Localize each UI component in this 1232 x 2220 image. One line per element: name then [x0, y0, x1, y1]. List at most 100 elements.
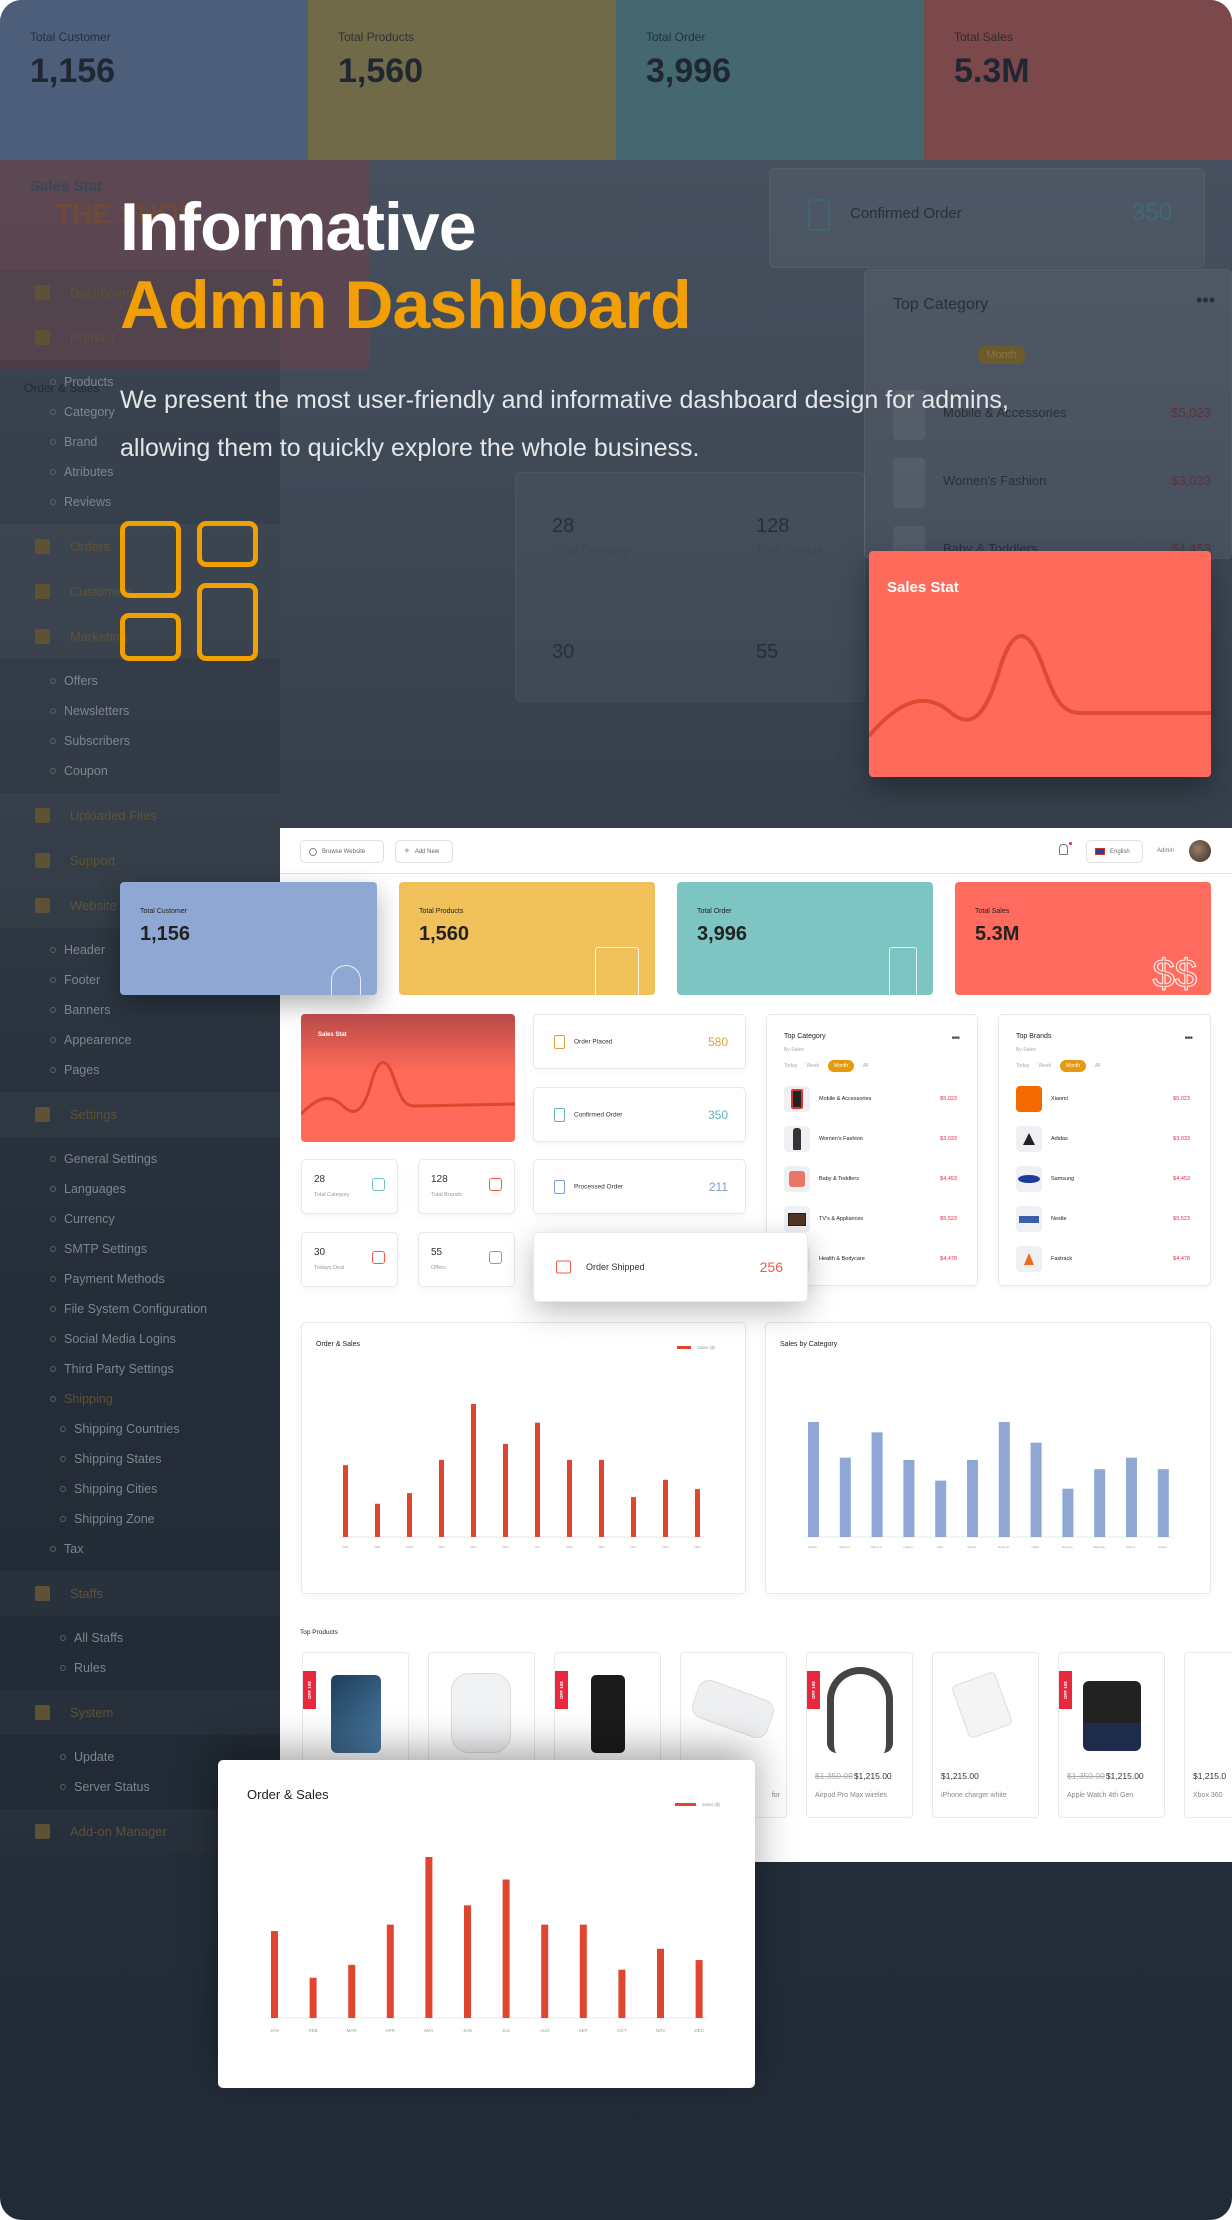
filter-week[interactable]: Week: [806, 1063, 819, 1069]
sidebar-item[interactable]: Shipping Zone: [0, 1504, 280, 1534]
browse-website-button[interactable]: Browse Website: [300, 840, 384, 863]
bar[interactable]: [695, 1489, 700, 1537]
list-item[interactable]: Xiaomi $5,023: [1016, 1086, 1190, 1112]
filter-today[interactable]: Today: [1016, 1063, 1029, 1069]
sidebar-item[interactable]: System: [0, 1690, 280, 1735]
bar[interactable]: [935, 1480, 947, 1537]
order-status-card[interactable]: Order Placed 580: [533, 1014, 746, 1069]
product-card[interactable]: OFF 10$ $1,350.00$1,215.00 Airpod Pro Max …: [806, 1652, 913, 1818]
bar[interactable]: [343, 1465, 348, 1537]
sales-stat-mini-card[interactable]: Sales Stat: [301, 1014, 515, 1142]
sidebar-item[interactable]: Offers: [0, 666, 280, 696]
sidebar-item[interactable]: Shipping Countries: [0, 1414, 280, 1444]
bar[interactable]: [1062, 1488, 1074, 1537]
filter-week[interactable]: Week: [1038, 1063, 1051, 1069]
bar[interactable]: [631, 1497, 636, 1537]
product-card[interactable]: OFF 10$ $1,350.00$1,215.00 Apple Watch 4th…: [1058, 1652, 1165, 1818]
bar[interactable]: [439, 1459, 444, 1537]
list-item[interactable]: TV's & Appliances $5,523: [784, 1206, 957, 1232]
bar[interactable]: [535, 1422, 540, 1537]
sidebar-item[interactable]: Uploaded Files: [0, 793, 280, 838]
avatar[interactable]: [1189, 840, 1211, 862]
sidebar-item[interactable]: SMTP Settings: [0, 1234, 280, 1264]
bar[interactable]: [271, 1931, 278, 2018]
kpi-total-order[interactable]: Total Order 3,996: [677, 882, 933, 995]
kpi-total-customer[interactable]: Total Customer 1,156: [120, 882, 377, 995]
bar[interactable]: [471, 1404, 476, 1537]
sidebar-item[interactable]: Social Media Logins: [0, 1324, 280, 1354]
bar[interactable]: [407, 1493, 412, 1537]
filter-all[interactable]: All: [863, 1063, 869, 1069]
sidebar-item[interactable]: General Settings: [0, 1144, 280, 1174]
sidebar-item[interactable]: Support: [0, 838, 280, 883]
kpi-total-sales[interactable]: Total Sales 5.3M $$: [955, 882, 1211, 995]
sidebar-item[interactable]: Languages: [0, 1174, 280, 1204]
add-new-button[interactable]: + Add New: [395, 840, 453, 863]
more-icon[interactable]: •••: [1184, 1033, 1192, 1044]
sidebar-item[interactable]: Pages: [0, 1055, 280, 1085]
sidebar-item[interactable]: All Staffs: [0, 1623, 280, 1653]
bar[interactable]: [309, 1977, 317, 2018]
filter-month[interactable]: Month: [828, 1060, 854, 1072]
bar[interactable]: [464, 1905, 471, 2018]
bar[interactable]: [871, 1432, 883, 1537]
bar[interactable]: [579, 1924, 587, 2018]
kpi-total-products[interactable]: Total Products 1,560: [399, 882, 655, 995]
sidebar-item[interactable]: Shipping States: [0, 1444, 280, 1474]
sidebar-item[interactable]: Tax: [0, 1534, 280, 1564]
bar[interactable]: [567, 1459, 572, 1537]
sidebar-item[interactable]: Shipping: [0, 1384, 280, 1414]
bar[interactable]: [695, 1960, 703, 2018]
sidebar-item[interactable]: File System Configuration: [0, 1294, 280, 1324]
bar[interactable]: [663, 1479, 668, 1537]
bar[interactable]: [1126, 1457, 1137, 1537]
user-name[interactable]: Admin: [1157, 848, 1174, 854]
sidebar-item[interactable]: Newsletters: [0, 696, 280, 726]
bar[interactable]: [618, 1969, 626, 2018]
bar[interactable]: [502, 1879, 510, 2018]
sidebar-item[interactable]: Banners: [0, 995, 280, 1025]
list-item[interactable]: Women's Fashion $3,033: [784, 1126, 957, 1152]
list-item[interactable]: Health & Bodycare $4,478: [784, 1246, 957, 1272]
bar[interactable]: [808, 1422, 819, 1537]
stat-tile[interactable]: 128 Total Brands: [418, 1159, 515, 1214]
stat-tile[interactable]: 55 Offers: [418, 1232, 515, 1287]
bar[interactable]: [998, 1422, 1010, 1537]
sidebar-item[interactable]: Rules: [0, 1653, 280, 1683]
list-item[interactable]: Baby & Toddlers $4,453: [784, 1166, 957, 1192]
sidebar-item[interactable]: Currency: [0, 1204, 280, 1234]
sidebar-item[interactable]: Settings: [0, 1092, 280, 1137]
bar[interactable]: [1030, 1442, 1042, 1537]
bar[interactable]: [839, 1457, 851, 1537]
sidebar-item[interactable]: Shipping Cities: [0, 1474, 280, 1504]
filter-month[interactable]: Month: [1060, 1060, 1086, 1072]
order-status-card[interactable]: Processed Order 211: [533, 1159, 746, 1214]
bar[interactable]: [541, 1924, 549, 2018]
bar[interactable]: [425, 1857, 433, 2018]
bar[interactable]: [599, 1459, 604, 1537]
bar[interactable]: [967, 1459, 978, 1537]
bar[interactable]: [375, 1503, 380, 1537]
language-select[interactable]: English: [1086, 840, 1143, 863]
list-item[interactable]: Mobile & Accessories $5,023: [784, 1086, 957, 1112]
bar[interactable]: [348, 1964, 356, 2018]
list-item[interactable]: Fastrack $4,478: [1016, 1246, 1190, 1272]
bar[interactable]: [1157, 1469, 1169, 1537]
filter-all[interactable]: All: [1095, 1063, 1101, 1069]
sidebar-item[interactable]: Payment Methods: [0, 1264, 280, 1294]
bar[interactable]: [386, 1924, 394, 2018]
sidebar-item[interactable]: Staffs: [0, 1571, 280, 1616]
more-icon[interactable]: •••: [951, 1033, 959, 1044]
bar[interactable]: [903, 1459, 915, 1537]
bar[interactable]: [657, 1948, 664, 2018]
list-item[interactable]: Adidas $3,033: [1016, 1126, 1190, 1152]
list-item[interactable]: Nestle $5,523: [1016, 1206, 1190, 1232]
bar[interactable]: [503, 1443, 508, 1537]
sidebar-item[interactable]: Appearence: [0, 1025, 280, 1055]
order-status-card[interactable]: Confirmed Order 350: [533, 1087, 746, 1142]
sidebar-item[interactable]: Subscribers: [0, 726, 280, 756]
order-shipped-card[interactable]: Order Shipped 256: [533, 1232, 808, 1302]
sidebar-item[interactable]: Coupon: [0, 756, 280, 786]
stat-tile[interactable]: 28 Total Category: [301, 1159, 398, 1214]
product-card[interactable]: $1,215.00 iPhone charger white: [932, 1652, 1039, 1818]
